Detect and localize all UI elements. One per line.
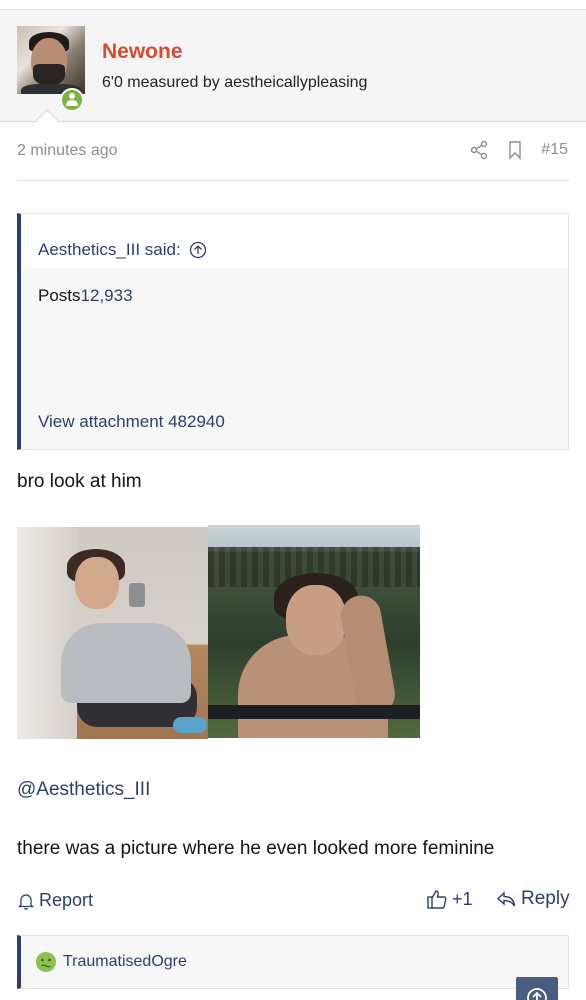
- quote-header[interactable]: Aesthetics_III said:: [21, 214, 568, 268]
- post-text-line-2: there was a picture where he even looked…: [17, 838, 495, 859]
- reaction-count: +1: [452, 888, 473, 909]
- report-button[interactable]: Report: [17, 890, 93, 911]
- posts-label: Posts: [38, 286, 81, 305]
- quote-body: Posts12,933: [21, 268, 568, 306]
- reply-arrow-icon: [496, 891, 516, 907]
- like-button[interactable]: +1: [426, 888, 473, 910]
- post-timestamp[interactable]: 2 minutes ago: [17, 142, 118, 160]
- arrow-up-circle-icon[interactable]: [189, 241, 207, 259]
- user-mention-link[interactable]: @Aesthetics_III: [17, 779, 150, 801]
- arrow-up-icon: [527, 988, 547, 1000]
- scroll-to-top-button[interactable]: [516, 977, 558, 1000]
- post-meta-actions: #15: [469, 140, 568, 160]
- bell-icon: [17, 893, 35, 910]
- online-status-icon: [60, 88, 84, 112]
- sick-emoji-icon: [36, 952, 56, 972]
- username-link[interactable]: Newone: [102, 40, 183, 64]
- attached-image-1[interactable]: [17, 527, 208, 739]
- quote-author-said[interactable]: Aesthetics_III said:: [38, 240, 181, 260]
- share-icon[interactable]: [469, 140, 489, 160]
- posts-count: 12,933: [80, 286, 133, 305]
- quote-block: Aesthetics_III said: Posts12,933 View at…: [17, 213, 569, 450]
- reactions-bar[interactable]: TraumatisedOgre: [17, 935, 569, 989]
- report-label: Report: [39, 890, 94, 910]
- post-text-line-1: bro look at him: [17, 471, 142, 492]
- reactor-name-link[interactable]: TraumatisedOgre: [63, 953, 187, 971]
- reply-label: Reply: [521, 888, 570, 909]
- reply-button[interactable]: Reply: [495, 888, 570, 910]
- attached-image-2[interactable]: [208, 525, 420, 738]
- bookmark-icon[interactable]: [505, 140, 525, 160]
- avatar[interactable]: [17, 26, 85, 94]
- meta-divider: [17, 180, 569, 181]
- thumbs-up-icon: [427, 890, 447, 909]
- user-title: 6'0 measured by aestheicallypleasing: [102, 74, 368, 91]
- post-user-header: Newone 6'0 measured by aestheicallypleas…: [0, 10, 586, 135]
- header-notch: [34, 109, 60, 135]
- post-number-link[interactable]: #15: [541, 141, 568, 159]
- view-attachment-link[interactable]: View attachment 482940: [38, 412, 225, 432]
